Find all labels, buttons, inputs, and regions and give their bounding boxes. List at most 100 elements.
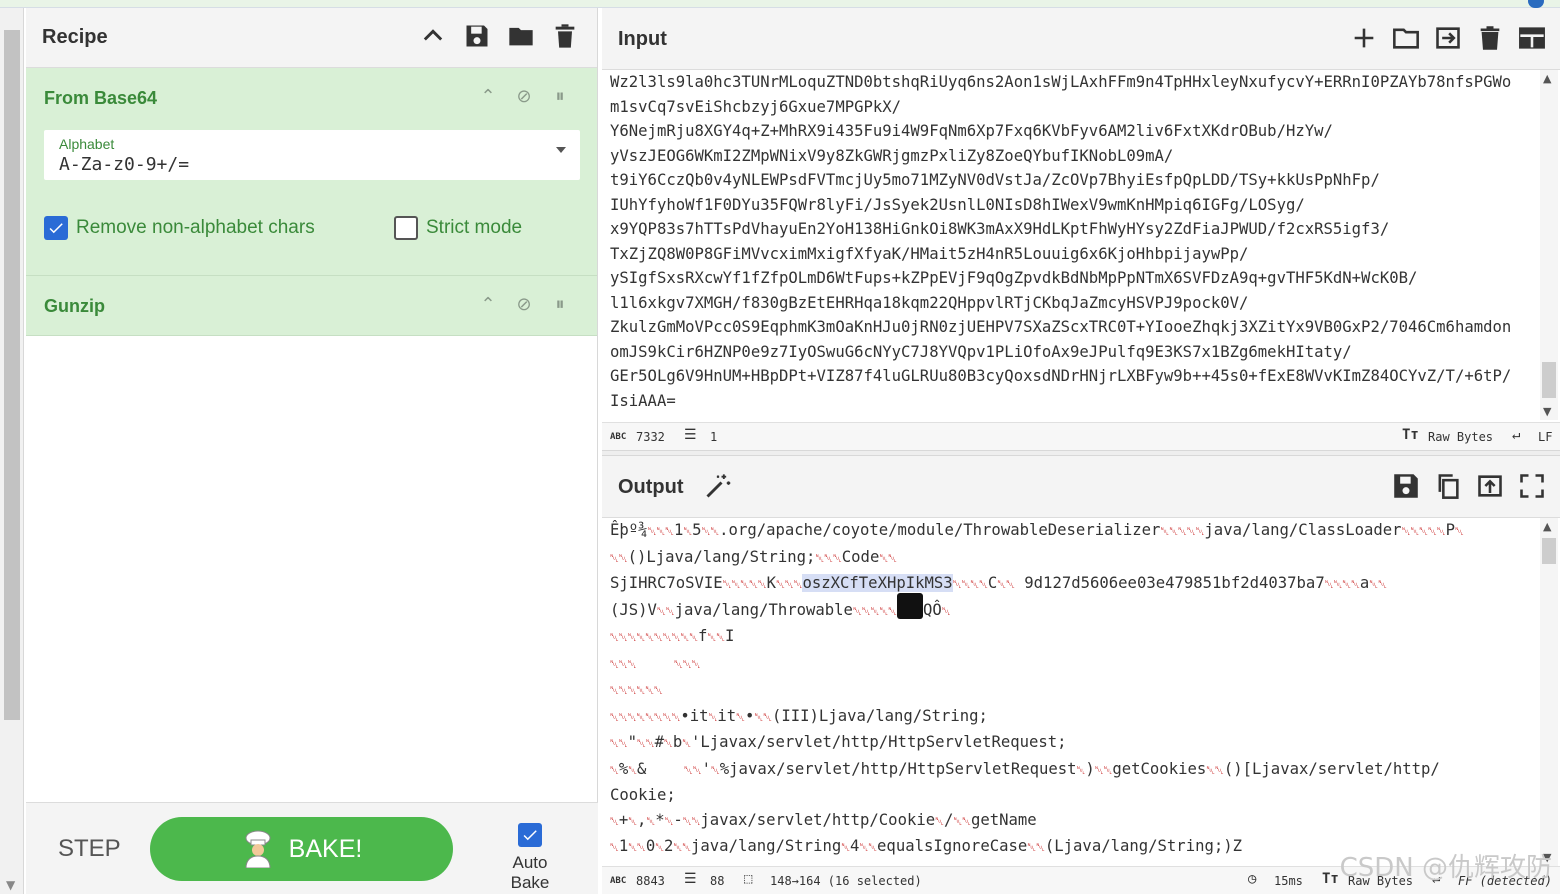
control-char: ␀ [610,763,619,777]
output-text-segment: 'Ljavax/servlet/http/HttpServletRequest; [691,733,1067,751]
input-textarea[interactable]: Wz2l3ls9la0hc3TUNrMLoquZTND0btshqRiUyq6n… [610,56,1538,420]
control-char: ␀␀ [997,578,1015,591]
bake-button[interactable]: BAKE! [150,817,453,881]
control-char: ␀␀ [701,525,720,538]
output-scrollbar-thumb[interactable] [1542,538,1556,564]
open-file-icon[interactable] [1434,24,1462,52]
output-text-segment: % [618,759,629,778]
control-char: ␀␀ [1027,841,1045,854]
lines-icon: ☰ [684,427,697,443]
control-char: ␀␀ [859,841,878,854]
save-icon[interactable] [463,22,491,50]
control-char: ␀ [736,710,745,724]
copy-icon[interactable] [1434,472,1462,500]
output-line: ␀␀␀␀␀␀ [610,677,1538,704]
control-char: ␀␀ [682,814,701,828]
input-line: GEr5OLg6V9HnUM+HBpDPt+VIZ87f4luGLRUu80B3… [610,367,1512,385]
output-text-segment [636,654,674,672]
output-text-segment: .org/apache/coyote/module/ThrowableDeser… [719,521,1161,539]
clear-input-icon[interactable] [1476,24,1504,52]
chevron-up-icon[interactable]: ⌃ [477,86,499,107]
output-text-segment: java/lang/ClassLoader [1204,521,1402,539]
strict-mode-option[interactable]: Strict mode [394,216,522,240]
operation-from-base64[interactable]: From Base64 ⌃ ⊘ ⏸ Alphabet A-Za-z0-9+/= … [26,68,597,276]
chef-icon [245,830,271,868]
trash-icon[interactable] [551,22,579,50]
pause-icon[interactable]: ⏸ [549,86,571,107]
input-scrollbar-thumb[interactable] [1542,362,1556,398]
left-scrollbar-down-icon[interactable]: ▼ [6,878,15,892]
output-text-segment: K [766,574,777,592]
input-scrollbar[interactable]: ▲ ▼ [1540,70,1558,420]
output-text-segment: getName [970,810,1037,829]
scroll-up-icon[interactable]: ▲ [1543,520,1551,533]
disable-icon[interactable]: ⊘ [513,86,535,107]
folder-icon[interactable] [507,22,535,50]
encoding-icon[interactable]: Tт [1402,427,1419,443]
remove-nonalpha-label: Remove non-alphabet chars [76,217,315,238]
left-scrollbar-thumb[interactable] [4,30,20,720]
output-text-segment: it [717,706,737,725]
top-strip-dot [1528,0,1544,8]
input-line: yVszJEOG6WKmI2ZMpWNixV9y8ZkGWRjgmzPxliZy… [610,146,1174,165]
input-pane: Input Wz2l3ls9la0hc3TUNrMLoquZTND0btshqR… [602,8,1560,450]
dropdown-caret-icon[interactable] [556,147,566,153]
input-encoding[interactable]: Raw Bytes [1428,430,1493,444]
strict-mode-checkbox[interactable] [394,216,418,240]
control-char: ␀␀ [707,631,725,644]
input-line-partial [610,56,1538,70]
output-scrollbar[interactable]: ▲ ▼ [1540,518,1558,866]
clock-icon: ◷ [1248,871,1257,887]
pause-icon[interactable]: ⏸ [549,294,571,315]
top-strip [0,0,1560,8]
output-text-segment: 9d127d5606ee03e479851bf2d4037ba7 [1014,574,1325,592]
output-text-segment: " [627,733,637,751]
remove-nonalpha-checkbox[interactable] [44,216,68,240]
add-tab-icon[interactable] [1350,24,1378,52]
control-char: ␀␀␀␀␀␀ [610,684,663,697]
magic-wand-icon[interactable] [704,472,732,500]
disable-icon[interactable]: ⊘ [513,294,535,315]
output-text-segment: •it [680,706,709,725]
output-text-segment: f [698,627,708,645]
input-line: ySIgfSxsRXcwYf1fZfpOLmD6WtFups+kZPpEVjF9… [610,269,1418,287]
open-folder-icon[interactable] [1392,24,1420,52]
output-line: ␀␀␀␀␀␀␀␀•it␀it␀•␀␀(III)Ljava/lang/String… [610,704,1538,731]
operation-gunzip[interactable]: Gunzip ⌃ ⊘ ⏸ [26,276,597,336]
control-char: ␀␀ [656,604,675,618]
control-char: ␀␀␀␀␀ [852,604,897,618]
output-text-segment: # [654,733,664,751]
control-char: ␀␀␀ [647,525,674,538]
output-text-segment: (Ljava/lang/String;)Z [1044,837,1243,855]
chevron-up-icon[interactable]: ⌃ [477,294,499,315]
output-text-segment: - [673,810,683,829]
step-button[interactable]: STEP [58,835,121,863]
encoding-icon[interactable]: Tт [1322,871,1339,887]
collapse-chevron-icon[interactable] [419,22,447,50]
left-scrollbar[interactable]: ▼ [0,8,24,894]
output-text-segment: java/lang/String [691,837,842,855]
input-line: TxZjZQ8W0P8GFiMVvcximMxigfXfyaK/HMait5zH… [610,244,1249,263]
bake-time: 15ms [1274,874,1303,888]
output-text-segment: & [637,759,647,778]
input-eol[interactable]: LF [1538,430,1552,444]
scroll-down-icon[interactable]: ▼ [1543,405,1551,418]
autobake-checkbox[interactable] [518,823,542,847]
maximise-icon[interactable] [1518,472,1546,500]
save-output-icon[interactable] [1392,472,1420,500]
output-text-segment: / [943,810,954,829]
output-text-segment: 0 [645,837,656,855]
output-text-segment: C [987,574,998,592]
alphabet-select[interactable]: Alphabet A-Za-z0-9+/= [44,130,580,180]
autobake-option[interactable]: Auto Bake [492,823,568,893]
replace-input-icon[interactable] [1476,472,1504,500]
layout-icon[interactable] [1518,24,1546,52]
output-line: ␀%␀& ␀␀'␀%javax/servlet/http/HttpServlet… [610,757,1538,784]
remove-nonalpha-option[interactable]: Remove non-alphabet chars [44,216,315,240]
output-textarea[interactable]: Êþº¾␀␀␀1␀5␀␀.org/apache/coyote/module/Th… [610,518,1538,866]
checkmark-icon [49,223,63,234]
scroll-up-icon[interactable]: ▲ [1543,72,1551,85]
output-text-segment: 5 [692,521,702,539]
eol-icon[interactable]: ↵ [1512,427,1520,443]
recipe-controls: STEP BAKE! Auto Bake [26,802,598,894]
